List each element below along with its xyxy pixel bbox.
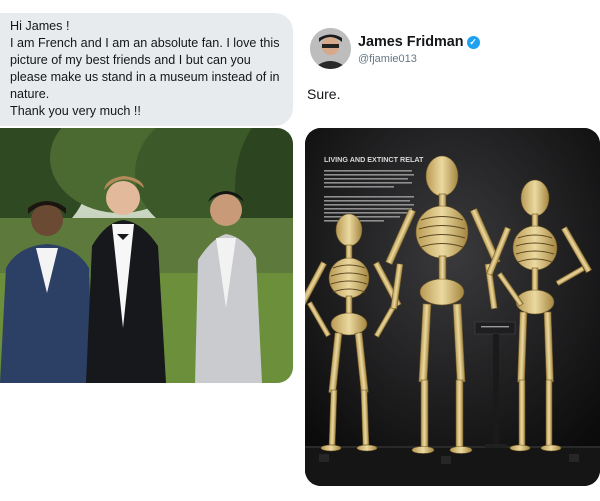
request-line: picture of my best friends and I but can… xyxy=(10,53,251,67)
author-handle[interactable]: @fjamie013 xyxy=(358,53,417,65)
request-line: please make us stand in a museum instead… xyxy=(10,70,280,84)
request-line: Hi James ! xyxy=(10,19,70,33)
original-photo[interactable] xyxy=(0,128,293,383)
museum-panel-title: LIVING AND EXTINCT RELAT xyxy=(324,155,424,164)
request-line: Thank you very much !! xyxy=(10,104,141,118)
edited-photo-illustration: LIVING AND EXTINCT RELAT xyxy=(305,128,600,486)
reply-text: Sure. xyxy=(307,86,341,102)
verified-badge-icon: ✓ xyxy=(466,36,480,49)
author-name[interactable]: James Fridman ✓ xyxy=(358,34,480,50)
request-line: nature. xyxy=(10,87,50,101)
request-message-bubble: Hi James ! I am French and I am an absol… xyxy=(0,13,293,126)
avatar-image xyxy=(310,28,351,69)
avatar[interactable] xyxy=(310,28,351,69)
edited-photo[interactable]: LIVING AND EXTINCT RELAT xyxy=(305,128,600,486)
original-photo-illustration xyxy=(0,128,293,383)
request-line: I am French and I am an absolute fan. I … xyxy=(10,36,280,50)
author-name-text: James Fridman xyxy=(358,34,464,50)
